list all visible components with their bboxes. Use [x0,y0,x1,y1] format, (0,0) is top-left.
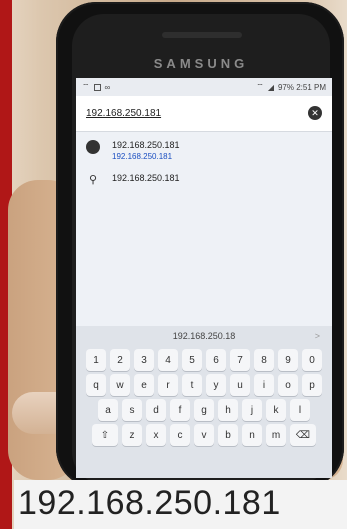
result-text: 192.168.250.181 192.168.250.181 [112,140,180,161]
key[interactable]: 7 [230,349,250,371]
key[interactable]: 1 [86,349,106,371]
key[interactable]: 6 [206,349,226,371]
key[interactable]: h [218,399,238,421]
key[interactable]: 8 [254,349,274,371]
key[interactable]: q [86,374,106,396]
url-input[interactable] [86,108,286,119]
status-bar: ⌔ ∞ ⌔ ◢ 97% 2:51 PM [76,78,332,96]
keyboard-row-bottom: ⇧ z x c v b n m ⌫ [76,424,332,446]
shift-key[interactable]: ⇧ [92,424,118,446]
key[interactable]: z [122,424,142,446]
backspace-key[interactable]: ⌫ [290,424,316,446]
key[interactable]: b [218,424,238,446]
key[interactable]: j [242,399,262,421]
keyboard-suggestion-bar[interactable]: 192.168.250.18 > [76,326,332,346]
voicemail-icon: ∞ [104,82,111,92]
chevron-right-icon[interactable]: > [315,331,320,341]
keyboard-row-middle: a s d f g h j k l [76,399,332,421]
search-icon: ⚲ [88,174,98,186]
key[interactable]: f [170,399,190,421]
list-item[interactable]: ⚲ 192.168.250.181 [76,167,332,193]
key[interactable]: 9 [278,349,298,371]
key[interactable]: v [194,424,214,446]
keyboard-row-top: q w e r t y u i o p [76,374,332,396]
key[interactable]: r [158,374,178,396]
status-left: ⌔ ∞ [82,82,110,92]
key[interactable]: l [290,399,310,421]
key[interactable]: m [266,424,286,446]
video-frame: SAMSUNG ⌔ ∞ ⌔ ◢ 97% 2:51 PM ✕ [0,0,347,529]
key[interactable]: t [182,374,202,396]
caption-text: 192.168.250.181 [18,484,281,522]
key[interactable]: 3 [134,349,154,371]
result-url: 192.168.250.181 [112,152,173,161]
key[interactable]: e [134,374,154,396]
key[interactable]: u [230,374,250,396]
phone: SAMSUNG ⌔ ∞ ⌔ ◢ 97% 2:51 PM ✕ [56,2,344,488]
key[interactable]: n [242,424,262,446]
key[interactable]: d [146,399,166,421]
phone-screen: ⌔ ∞ ⌔ ◢ 97% 2:51 PM ✕ ◍ 192.168.2 [76,78,332,478]
key[interactable]: k [266,399,286,421]
speaker-grille [162,32,242,38]
key[interactable]: y [206,374,226,396]
key[interactable]: a [98,399,118,421]
status-right: ⌔ ◢ 97% 2:51 PM [256,82,326,92]
suggestions-list: ◍ 192.168.250.181 192.168.250.181 ⚲ 192.… [76,134,332,193]
close-circle-icon[interactable]: ✕ [308,106,322,120]
key[interactable]: s [122,399,142,421]
wifi-calling-icon: ⌔ [82,82,90,91]
key[interactable]: 2 [110,349,130,371]
key[interactable]: 5 [182,349,202,371]
url-bar[interactable]: ✕ [76,96,332,132]
result-title: 192.168.250.181 [112,140,180,150]
key[interactable]: i [254,374,274,396]
key[interactable]: x [146,424,166,446]
wifi-icon: ⌔ [256,82,264,91]
keyboard-suggestion[interactable]: 192.168.250.18 [173,331,236,341]
square-icon [93,83,101,91]
key[interactable]: g [194,399,214,421]
key[interactable]: 4 [158,349,178,371]
keyboard: 192.168.250.18 > 1 2 3 4 5 6 7 8 9 0 q w… [76,326,332,478]
key[interactable]: c [170,424,190,446]
result-title: 192.168.250.181 [112,173,180,183]
globe-icon: ◍ [86,140,100,154]
status-right-text: 97% 2:51 PM [277,82,326,92]
brand-logo: SAMSUNG [153,56,249,71]
key[interactable]: w [110,374,130,396]
key[interactable]: p [302,374,322,396]
key[interactable]: o [278,374,298,396]
keyboard-row-numbers: 1 2 3 4 5 6 7 8 9 0 [76,349,332,371]
list-item[interactable]: ◍ 192.168.250.181 192.168.250.181 [76,134,332,167]
signal-icon: ◢ [267,82,274,92]
key[interactable]: 0 [302,349,322,371]
